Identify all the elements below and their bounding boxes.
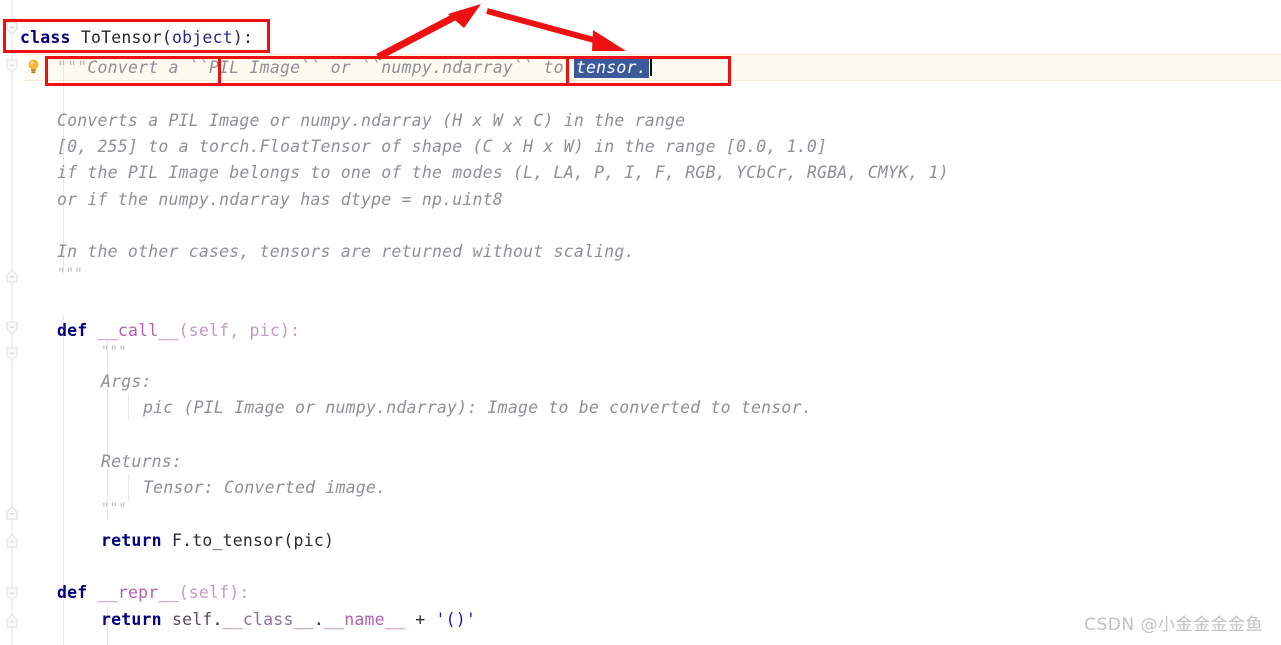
code-content[interactable]: class ToTensor(object): """Convert a ``P… — [0, 0, 1281, 645]
code-line-doc-tail[interactable]: In the other cases, tensors are returned… — [57, 238, 635, 265]
code-line-call-doc-open[interactable]: """ — [101, 339, 127, 366]
docstring-body-line: Converts a PIL Image or numpy.ndarray (H… — [57, 111, 686, 130]
triple-quote-close: """ — [101, 501, 127, 517]
class-name: ToTensor — [80, 28, 162, 47]
code-line-doc-body-1[interactable]: [0, 255] to a torch.FloatTensor of shape… — [57, 133, 827, 160]
code-line-def-call[interactable]: def __call__(self, pic): — [57, 317, 300, 344]
docstring-body-line: or if the numpy.ndarray has dtype = np.u… — [57, 190, 503, 209]
csdn-watermark: CSDN @小金金金金鱼 — [1084, 615, 1263, 635]
docstring-body-line: if the PIL Image belongs to one of the m… — [57, 163, 949, 182]
code-line-doc-body-2[interactable]: if the PIL Image belongs to one of the m… — [57, 159, 949, 186]
code-line-doc-body-3[interactable]: or if the numpy.ndarray has dtype = np.u… — [57, 186, 503, 213]
returns-description: Tensor: Converted image. — [143, 478, 387, 497]
code-line-doc-body-0[interactable]: Converts a PIL Image or numpy.ndarray (H… — [57, 107, 685, 134]
code-line-returns-label[interactable]: Returns: — [101, 448, 182, 475]
text-caret — [649, 58, 652, 76]
args-description: pic (PIL Image or numpy.ndarray): Image … — [143, 398, 812, 417]
paren-close: ): — [232, 28, 254, 47]
plus-operator: + — [405, 610, 436, 629]
docstring-body-line: [0, 255] to a torch.FloatTensor of shape… — [57, 137, 828, 156]
method-name-call: __call__ — [97, 321, 179, 340]
code-line-args-label[interactable]: Args: — [101, 368, 152, 395]
code-line-docstring-open[interactable]: """Convert a ``PIL Image`` or ``numpy.nd… — [57, 54, 652, 81]
keyword-class: class — [20, 28, 71, 47]
docstring-inner-text: PIL Image`` or ``numpy.ndarray — [209, 58, 514, 77]
code-line-return-call[interactable]: return F.to_tensor(pic) — [101, 527, 334, 554]
code-line-class[interactable]: class ToTensor(object): — [20, 24, 253, 51]
method-params: (self): — [178, 583, 250, 602]
class-attribute: __class__ — [222, 610, 314, 629]
code-line-args-text[interactable]: pic (PIL Image or numpy.ndarray): Image … — [143, 394, 812, 421]
code-line-doc-close[interactable]: """ — [57, 261, 83, 288]
selected-text[interactable]: tensor. — [573, 57, 649, 78]
code-line-returns-text[interactable]: Tensor: Converted image. — [143, 474, 386, 501]
keyword-return: return — [101, 610, 162, 629]
dot-operator: . — [313, 610, 324, 629]
docstring-tail-line: In the other cases, tensors are returned… — [57, 242, 635, 261]
string-literal: '()' — [435, 610, 477, 629]
docstring-text-after: `` to — [513, 58, 574, 77]
args-label: Args: — [101, 372, 152, 391]
base-class: object — [172, 28, 233, 47]
dot-operator: . — [212, 610, 223, 629]
code-line-return-repr[interactable]: return self.__class__.__name__ + '()' — [101, 606, 476, 633]
returns-label: Returns: — [101, 452, 183, 471]
self-ref: self — [171, 610, 213, 629]
keyword-def: def — [57, 321, 88, 340]
return-expression: F.to_tensor(pic) — [171, 531, 335, 550]
triple-quote-close: """ — [57, 266, 83, 282]
paren-open: ( — [161, 28, 173, 47]
triple-quote-open: """ — [101, 344, 127, 360]
code-editor[interactable]: class ToTensor(object): """Convert a ``P… — [0, 0, 1281, 645]
keyword-return: return — [101, 531, 162, 550]
keyword-def: def — [57, 583, 88, 602]
code-line-call-doc-close[interactable]: """ — [101, 496, 127, 523]
method-name-repr: __repr__ — [97, 583, 179, 602]
triple-quote-open: """ — [57, 58, 88, 77]
docstring-text-before: Convert a `` — [87, 58, 210, 77]
code-line-def-repr[interactable]: def __repr__(self): — [57, 579, 250, 606]
name-attribute: __name__ — [324, 610, 406, 629]
method-params: (self, pic): — [178, 321, 301, 340]
